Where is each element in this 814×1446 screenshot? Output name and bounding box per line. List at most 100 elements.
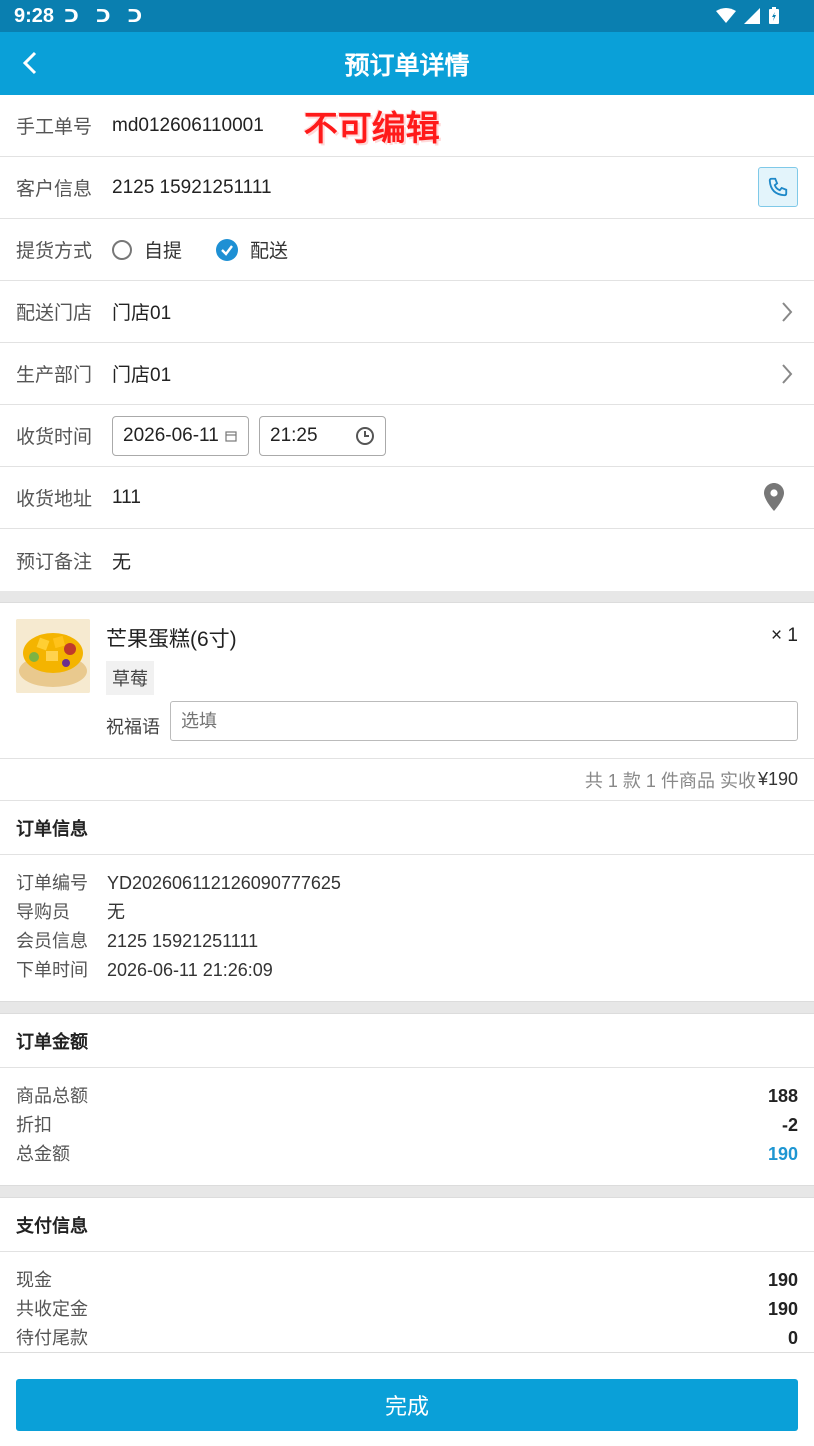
notification-icons: ᑐ ᑐ ᑐ xyxy=(64,5,149,26)
remark-row: 预订备注 无 xyxy=(0,529,814,591)
battery-icon xyxy=(769,7,779,24)
delivery-store-value: 门店01 xyxy=(112,303,172,324)
delivery-store-label: 配送门店 xyxy=(16,303,93,324)
receive-time-label: 收货时间 xyxy=(16,427,93,448)
order-summary: 共 1 款 1 件商品 实收 ¥190 xyxy=(0,759,814,801)
section-divider xyxy=(0,1186,814,1198)
member-row: 会员信息 2125 15921251111 xyxy=(16,927,798,956)
goods-total-row: 商品总额 188 xyxy=(16,1082,798,1111)
calendar-icon xyxy=(225,430,237,442)
pickup-delivery-label: 配送 xyxy=(250,241,289,262)
discount-value: -2 xyxy=(781,1115,798,1135)
order-time-label: 下单时间 xyxy=(16,960,88,980)
cash-row: 现金 190 xyxy=(16,1266,798,1295)
time-value: 21:25 xyxy=(270,424,318,446)
receive-time-row: 收货时间 2026-06-11 21:25 xyxy=(0,405,814,467)
pickup-delivery-radio[interactable]: 配送 xyxy=(216,236,288,263)
manual-no-value: md012606110001 xyxy=(112,114,264,136)
call-button[interactable] xyxy=(758,167,798,207)
payment-info-section: 现金 190 共收定金 190 待付尾款 0 xyxy=(0,1252,814,1352)
section-divider xyxy=(0,1002,814,1014)
order-no-label: 订单编号 xyxy=(16,873,88,893)
section-divider xyxy=(0,591,814,603)
page-title: 预订单详情 xyxy=(344,51,470,80)
pickup-self-label: 自提 xyxy=(144,241,183,262)
date-picker[interactable]: 2026-06-11 xyxy=(112,415,249,456)
salesperson-label: 导购员 xyxy=(16,902,70,922)
address-row: 收货地址 111 xyxy=(0,467,814,529)
deposit-value: 190 xyxy=(767,1299,798,1319)
clock-icon xyxy=(356,426,374,445)
delivery-store-row[interactable]: 配送门店 门店01 xyxy=(0,281,814,343)
done-button[interactable]: 完成 xyxy=(16,1379,798,1431)
cash-value: 190 xyxy=(767,1270,798,1290)
deposit-label: 共收定金 xyxy=(16,1299,88,1319)
address-label: 收货地址 xyxy=(16,489,93,510)
order-no-value: YD202606112126090777625 xyxy=(107,873,341,893)
goods-total-label: 商品总额 xyxy=(16,1086,88,1106)
discount-row: 折扣 -2 xyxy=(16,1111,798,1140)
status-time: 9:28 xyxy=(14,4,55,27)
bottom-action-bar: 完成 xyxy=(0,1352,814,1446)
product-spec-tag: 草莓 xyxy=(106,661,154,695)
product-image xyxy=(16,619,90,693)
chevron-right-icon xyxy=(782,364,793,384)
chevron-right-icon xyxy=(782,302,793,322)
production-dept-value: 门店01 xyxy=(112,365,172,386)
summary-text: 共 1 款 1 件商品 实收 xyxy=(584,770,756,791)
product-item: 芒果蛋糕(6寸) × 1 草莓 祝福语 xyxy=(0,603,814,759)
not-editable-note: 不可编辑 xyxy=(303,110,440,148)
pickup-self-radio[interactable]: 自提 xyxy=(112,236,182,263)
manual-no-label: 手工单号 xyxy=(16,117,93,138)
salesperson-value: 无 xyxy=(107,902,125,922)
production-dept-row[interactable]: 生产部门 门店01 xyxy=(0,343,814,405)
radio-checked-icon xyxy=(216,238,239,261)
order-no-row: 订单编号 YD202606112126090777625 xyxy=(16,869,798,898)
grand-total-label: 总金额 xyxy=(16,1144,70,1164)
order-info-title: 订单信息 xyxy=(0,801,814,855)
grand-total-row: 总金额 190 xyxy=(16,1140,798,1169)
discount-label: 折扣 xyxy=(16,1115,52,1135)
location-pin-icon[interactable] xyxy=(764,483,784,511)
customer-label: 客户信息 xyxy=(16,179,93,200)
balance-due-label: 待付尾款 xyxy=(16,1328,88,1348)
member-label: 会员信息 xyxy=(16,931,88,951)
order-amount-title: 订单金额 xyxy=(0,1014,814,1068)
blessing-input[interactable] xyxy=(170,701,798,741)
status-bar: 9:28 ᑐ ᑐ ᑐ xyxy=(0,0,814,32)
address-value: 111 xyxy=(112,486,141,508)
order-amount-section: 商品总额 188 折扣 -2 总金额 190 xyxy=(0,1068,814,1186)
pickup-row: 提货方式 自提 配送 xyxy=(0,219,814,281)
production-dept-label: 生产部门 xyxy=(16,365,93,386)
product-name: 芒果蛋糕(6寸) xyxy=(106,628,237,651)
member-value: 2125 15921251111 xyxy=(107,931,259,951)
grand-total-value: 190 xyxy=(767,1144,798,1164)
manual-no-row: 手工单号 md012606110001 不可编辑 xyxy=(0,95,814,157)
product-quantity: × 1 xyxy=(771,625,798,646)
salesperson-row: 导购员 无 xyxy=(16,898,798,927)
goods-total-value: 188 xyxy=(767,1086,798,1106)
back-icon[interactable] xyxy=(16,48,46,78)
pickup-label: 提货方式 xyxy=(16,241,93,262)
customer-value: 2125 15921251111 xyxy=(112,176,272,198)
summary-price: ¥190 xyxy=(757,769,798,789)
wifi-icon xyxy=(716,8,736,23)
date-value: 2026-06-11 xyxy=(123,424,219,446)
remark-label: 预订备注 xyxy=(16,551,93,573)
remark-value: 无 xyxy=(112,551,132,573)
cash-label: 现金 xyxy=(16,1270,52,1290)
radio-unchecked-icon xyxy=(112,239,132,260)
balance-due-value: 0 xyxy=(787,1328,798,1348)
blessing-label: 祝福语 xyxy=(106,717,160,737)
signal-icon xyxy=(744,8,760,24)
order-info-section: 订单编号 YD202606112126090777625 导购员 无 会员信息 212… xyxy=(0,855,814,1002)
order-time-row: 下单时间 2026-06-11 21:26:09 xyxy=(16,956,798,985)
balance-due-row: 待付尾款 0 xyxy=(16,1324,798,1352)
title-bar: 预订单详情 xyxy=(0,32,814,95)
order-time-value: 2026-06-11 21:26:09 xyxy=(107,960,273,980)
time-picker[interactable]: 21:25 xyxy=(259,415,386,456)
content-scroll[interactable]: 手工单号 md012606110001 不可编辑 客户信息 2125 15921… xyxy=(0,95,814,1352)
customer-row: 客户信息 2125 15921251111 xyxy=(0,157,814,219)
phone-icon xyxy=(768,177,788,197)
deposit-row: 共收定金 190 xyxy=(16,1295,798,1324)
